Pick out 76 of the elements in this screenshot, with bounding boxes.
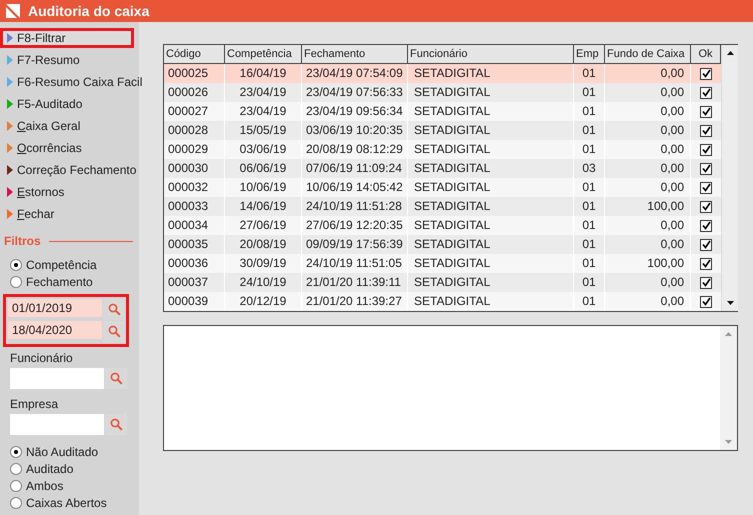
menu-item[interactable]: F8-Filtrar: [0, 28, 134, 48]
column-header[interactable]: Funcionário: [408, 45, 574, 63]
checkbox[interactable]: [700, 200, 712, 212]
radio-option[interactable]: Fechamento: [10, 273, 139, 290]
column-header[interactable]: Código: [164, 45, 225, 63]
table-row[interactable]: 000026 23/04/19 23/04/19 07:56:33 SETADIGITAL 01 0,00: [164, 83, 721, 102]
table-row[interactable]: 000028 15/05/19 03/06/19 10:20:35 SETADIGITAL 01 0,00: [164, 121, 721, 140]
checkbox[interactable]: [700, 182, 712, 194]
table-row[interactable]: 000036 30/09/19 24/10/19 11:51:05 SETADIGITAL 01 100,00: [164, 254, 721, 273]
radio-button[interactable]: [10, 462, 22, 474]
field-label: Funcionário: [10, 350, 74, 367]
radio-button[interactable]: [10, 496, 22, 508]
date-field[interactable]: 01/01/2019: [8, 299, 102, 317]
checkbox[interactable]: [700, 258, 712, 270]
radio-button[interactable]: [10, 446, 22, 458]
column-header[interactable]: Fundo de Caixa: [605, 45, 691, 63]
search-icon: [108, 325, 120, 338]
column-header[interactable]: Fechamento: [302, 45, 408, 63]
table-cell: 20/12/19: [225, 292, 302, 311]
checkbox[interactable]: [700, 68, 712, 80]
checkbox[interactable]: [700, 86, 712, 98]
checkbox[interactable]: [700, 106, 712, 118]
radio-button[interactable]: [10, 258, 22, 270]
search-button[interactable]: [103, 299, 125, 320]
checkbox[interactable]: [700, 124, 712, 136]
table-row[interactable]: 000025 16/04/19 23/04/19 07:54:09 SETADIGITAL 01 0,00: [164, 64, 721, 83]
column-header[interactable]: Competência: [225, 45, 302, 63]
table-row[interactable]: 000039 20/12/19 21/01/20 11:39:27 SETADIGITAL 01 0,00: [164, 292, 721, 311]
table-row[interactable]: 000032 10/06/19 10/06/19 14:05:42 SETADIGITAL 01 0,00: [164, 178, 721, 197]
radio-option[interactable]: Não Auditado: [10, 443, 139, 460]
table-cell: 000039: [164, 292, 225, 311]
table-cell: SETADIGITAL: [408, 292, 574, 311]
search-icon: [110, 418, 122, 431]
search-button[interactable]: [105, 368, 127, 389]
menu-item[interactable]: F7-Resumo: [0, 50, 139, 70]
date-field[interactable]: 18/04/2020: [8, 321, 102, 339]
radio-option[interactable]: Caixas Abertos: [10, 494, 139, 511]
checkbox[interactable]: [700, 296, 712, 308]
menu-item[interactable]: Correção Fechamento: [0, 160, 139, 180]
column-header[interactable]: Emp: [574, 45, 605, 63]
table-row[interactable]: 000029 03/06/19 20/08/19 08:12:29 SETADIGITAL 01 0,00: [164, 140, 721, 159]
menu-item[interactable]: F5-Auditado: [0, 94, 139, 114]
menu-item[interactable]: Caixa Geral: [0, 116, 139, 136]
checkbox[interactable]: [700, 220, 712, 232]
radio-option[interactable]: Competência: [10, 256, 139, 273]
radio-button[interactable]: [10, 276, 22, 288]
search-icon: [108, 303, 120, 316]
search-button[interactable]: [103, 321, 125, 342]
search-icon: [110, 372, 122, 385]
table-row[interactable]: 000027 23/04/19 23/04/19 09:56:34 SETADIGITAL 01 0,00: [164, 102, 721, 121]
radio-option[interactable]: Ambos: [10, 477, 139, 494]
table-cell: 21/01/20 11:39:27: [302, 292, 408, 311]
table-cell: 0,00: [605, 292, 691, 311]
employee-field[interactable]: [10, 368, 104, 389]
filters-heading: Filtros: [4, 233, 41, 250]
scrollbar[interactable]: [721, 45, 738, 311]
field-label: Empresa: [10, 396, 60, 413]
search-button[interactable]: [105, 414, 127, 435]
window-title: Auditoria do caixa: [28, 2, 150, 20]
table-row[interactable]: 000037 24/10/19 21/01/20 11:39:11 SETADIGITAL 01 0,00: [164, 273, 721, 292]
table-row[interactable]: 000035 20/08/19 09/09/19 17:56:39 SETADIGITAL 01 0,00: [164, 235, 721, 254]
app-logo-icon: [6, 4, 20, 18]
menu-item[interactable]: Estornos: [0, 182, 139, 202]
checkbox[interactable]: [700, 144, 712, 156]
radio-button[interactable]: [10, 480, 22, 492]
table-cell: 01: [574, 292, 605, 311]
checkbox[interactable]: [700, 238, 712, 250]
menu-item[interactable]: Ocorrências: [0, 138, 139, 158]
table-row[interactable]: 000030 06/06/19 07/06/19 11:09:24 SETADIGITAL 03 0,00: [164, 159, 721, 178]
menu-item[interactable]: Fechar: [0, 204, 139, 224]
table-row[interactable]: 000033 14/06/19 24/10/19 11:51:28 SETADIGITAL 01 100,00: [164, 197, 721, 216]
company-field[interactable]: [10, 414, 104, 435]
table-row[interactable]: 000034 27/06/19 27/06/19 12:20:35 SETADIGITAL 01 0,00: [164, 216, 721, 235]
checkbox[interactable]: [700, 162, 712, 174]
checkbox[interactable]: [700, 276, 712, 288]
radio-option[interactable]: Auditado: [10, 460, 139, 477]
